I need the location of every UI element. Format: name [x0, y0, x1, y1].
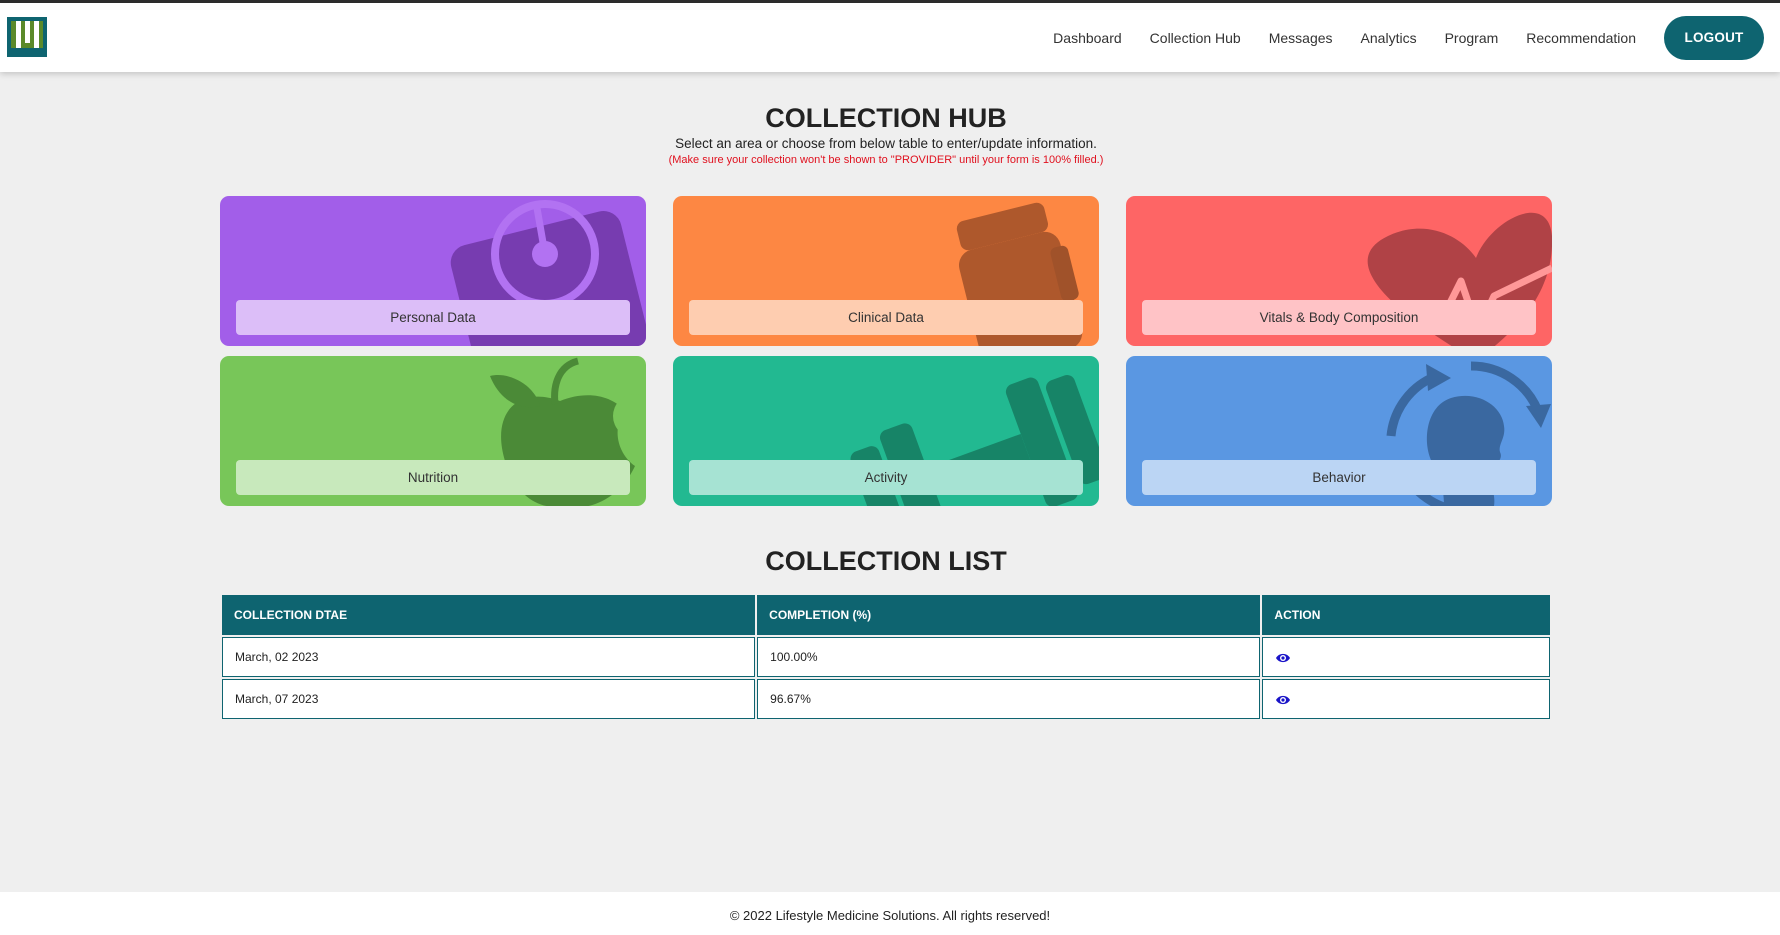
logo[interactable]: [7, 17, 47, 57]
table-row: March, 07 2023 96.67%: [222, 679, 1550, 719]
page-title: COLLECTION HUB: [765, 103, 1007, 133]
tile-label: Personal Data: [236, 300, 630, 335]
cell-completion: 96.67%: [757, 679, 1261, 719]
page-subtitle: Select an area or choose from below tabl…: [675, 136, 1097, 151]
col-header-date[interactable]: COLLECTION DTAE: [222, 595, 756, 635]
tile-personal-data[interactable]: Personal Data: [220, 196, 646, 346]
tile-label: Activity: [689, 460, 1083, 495]
nav-analytics[interactable]: Analytics: [1361, 30, 1417, 46]
tile-label: Vitals & Body Composition: [1142, 300, 1536, 335]
eye-icon[interactable]: [1275, 694, 1291, 706]
table-header-row: COLLECTION DTAE COMPLETION (%) ACTION: [222, 595, 1550, 635]
footer: © 2022 Lifestyle Medicine Solutions. All…: [0, 892, 1780, 935]
collection-list-title: COLLECTION LIST: [765, 546, 1007, 576]
cell-action: [1262, 679, 1550, 719]
cell-date: March, 02 2023: [222, 637, 756, 677]
tile-activity[interactable]: Activity: [673, 356, 1099, 506]
eye-icon[interactable]: [1275, 652, 1291, 664]
tile-label: Behavior: [1142, 460, 1536, 495]
page-note: (Make sure your collection won't be show…: [668, 154, 1104, 166]
col-header-action: ACTION: [1262, 595, 1550, 635]
cell-date: March, 07 2023: [222, 679, 756, 719]
nav-dashboard[interactable]: Dashboard: [1053, 30, 1122, 46]
nav-messages[interactable]: Messages: [1269, 30, 1333, 46]
logout-button[interactable]: LOGOUT: [1664, 15, 1764, 60]
navbar: Dashboard Collection Hub Messages Analyt…: [0, 3, 1780, 72]
main-nav: Dashboard Collection Hub Messages Analyt…: [1053, 3, 1780, 72]
col-header-completion[interactable]: COMPLETION (%): [757, 595, 1261, 635]
cell-action: [1262, 637, 1550, 677]
nav-recommendation[interactable]: Recommendation: [1526, 30, 1636, 46]
collection-table: COLLECTION DTAE COMPLETION (%) ACTION Ma…: [220, 593, 1552, 721]
table-row: March, 02 2023 100.00%: [222, 637, 1550, 677]
tile-label: Clinical Data: [689, 300, 1083, 335]
tile-clinical-data[interactable]: Clinical Data: [673, 196, 1099, 346]
tile-vitals[interactable]: Vitals & Body Composition: [1126, 196, 1552, 346]
tile-behavior[interactable]: Behavior: [1126, 356, 1552, 506]
nav-program[interactable]: Program: [1445, 30, 1499, 46]
tile-nutrition[interactable]: Nutrition: [220, 356, 646, 506]
footer-text: © 2022 Lifestyle Medicine Solutions. All…: [729, 908, 1051, 923]
tile-label: Nutrition: [236, 460, 630, 495]
nav-collection-hub[interactable]: Collection Hub: [1150, 30, 1241, 46]
cell-completion: 100.00%: [757, 637, 1261, 677]
